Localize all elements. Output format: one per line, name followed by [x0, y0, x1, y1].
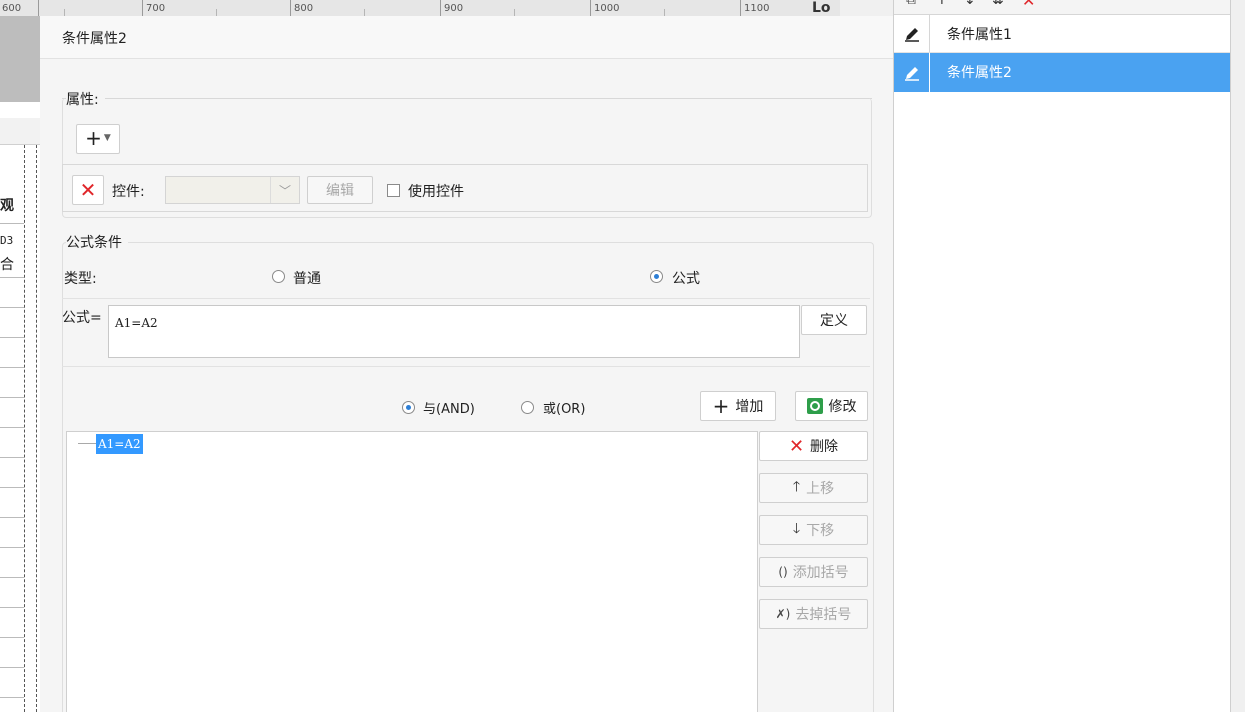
arrow-down-icon[interactable]: ↓	[964, 0, 976, 8]
move-down-button[interactable]: 🡓 下移	[759, 515, 868, 545]
ruler-mark-1000: 1000	[594, 3, 620, 14]
sheet-grid	[0, 145, 40, 712]
attribute-list-item-1[interactable]: 条件属性1	[894, 15, 1230, 52]
control-label: 控件:	[112, 184, 145, 200]
sheet-text-fragment-b: D3	[0, 234, 14, 247]
formula-input[interactable]: A1=A2	[108, 305, 800, 358]
arrow-down-icon: 🡓	[792, 521, 801, 537]
add-property-button[interactable]: + ▼	[76, 124, 120, 154]
dialog-title: 条件属性2	[62, 31, 127, 47]
sheet-header-band	[0, 118, 40, 145]
attribute-list-item-2[interactable]: 条件属性2	[894, 53, 1230, 92]
attribute-list-item-label: 条件属性2	[947, 65, 1012, 81]
bracket-icon: ()	[778, 565, 788, 579]
logic-or-radio[interactable]	[521, 401, 534, 414]
sheet-gray-band	[0, 16, 40, 102]
logic-and-radio[interactable]	[402, 401, 415, 414]
move-bottom-icon[interactable]: ⇊	[992, 0, 1004, 8]
sheet-text-fragment-c: 合	[0, 257, 14, 273]
close-icon: ✕	[788, 435, 805, 457]
logic-or-label: 或(OR)	[543, 402, 586, 417]
formula-label: 公式=	[62, 310, 102, 326]
pencil-icon	[894, 15, 930, 52]
move-up-button[interactable]: 🡑 上移	[759, 473, 868, 503]
modify-condition-button[interactable]: 修改	[795, 391, 868, 421]
define-formula-button[interactable]: 定义	[801, 305, 867, 335]
dialog-title-bar: 条件属性2	[40, 16, 893, 59]
attribute-list-item-label: 条件属性1	[947, 27, 1012, 43]
gear-edit-icon	[806, 398, 823, 414]
type-formula-label: 公式	[672, 271, 700, 287]
pencil-icon	[894, 53, 930, 92]
attribute-list-panel	[893, 0, 1231, 712]
formula-condition-legend: 公式条件	[66, 232, 128, 252]
remove-bracket-icon: ✗)	[775, 607, 791, 621]
logic-and-label: 与(AND)	[423, 402, 475, 417]
type-formula-radio[interactable]	[650, 270, 663, 283]
arrow-up-icon: 🡑	[792, 479, 801, 495]
type-label: 类型:	[64, 271, 97, 287]
control-select[interactable]: ﹀	[165, 176, 300, 204]
type-normal-label: 普通	[293, 271, 321, 287]
arrow-up-icon[interactable]: ↑	[936, 0, 948, 8]
use-control-checkbox[interactable]	[387, 184, 400, 197]
use-control-label: 使用控件	[408, 184, 464, 200]
chevron-down-icon: ﹀	[270, 177, 299, 203]
ruler-mark-1100: 1100	[744, 3, 770, 14]
copy-icon[interactable]: ⧉	[906, 0, 916, 8]
sheet-text-fragment-a: 观	[0, 198, 14, 214]
condition-tree-item[interactable]: A1=A2	[96, 434, 143, 454]
remove-bracket-button[interactable]: ✗) 去掉括号	[759, 599, 868, 629]
condition-tree	[66, 431, 758, 712]
ruler-mark-800: 800	[294, 3, 314, 14]
ruler-right-label: Lo	[812, 0, 831, 16]
delete-icon[interactable]: ✕	[1022, 0, 1035, 10]
ruler-mark-700: 700	[146, 3, 166, 14]
add-bracket-button[interactable]: () 添加括号	[759, 557, 868, 587]
plus-icon: +	[712, 394, 730, 418]
properties-legend: 属性:	[66, 89, 105, 109]
chevron-down-icon: ▼	[103, 133, 111, 143]
close-icon: ✕	[79, 178, 97, 202]
edit-control-button[interactable]: 编辑	[307, 176, 373, 204]
ruler: 600 700 800 900 1000 1100	[0, 0, 840, 17]
ruler-mark-900: 900	[444, 3, 464, 14]
add-condition-button[interactable]: + 增加	[700, 391, 776, 421]
attribute-list-toolbar: ⧉ ↑ ↓ ⇊ ✕	[894, 0, 1230, 15]
delete-condition-button[interactable]: ✕ 删除	[759, 431, 868, 461]
remove-property-button[interactable]: ✕	[72, 175, 104, 205]
ruler-mark-600: 600	[2, 3, 22, 14]
type-normal-radio[interactable]	[272, 270, 285, 283]
